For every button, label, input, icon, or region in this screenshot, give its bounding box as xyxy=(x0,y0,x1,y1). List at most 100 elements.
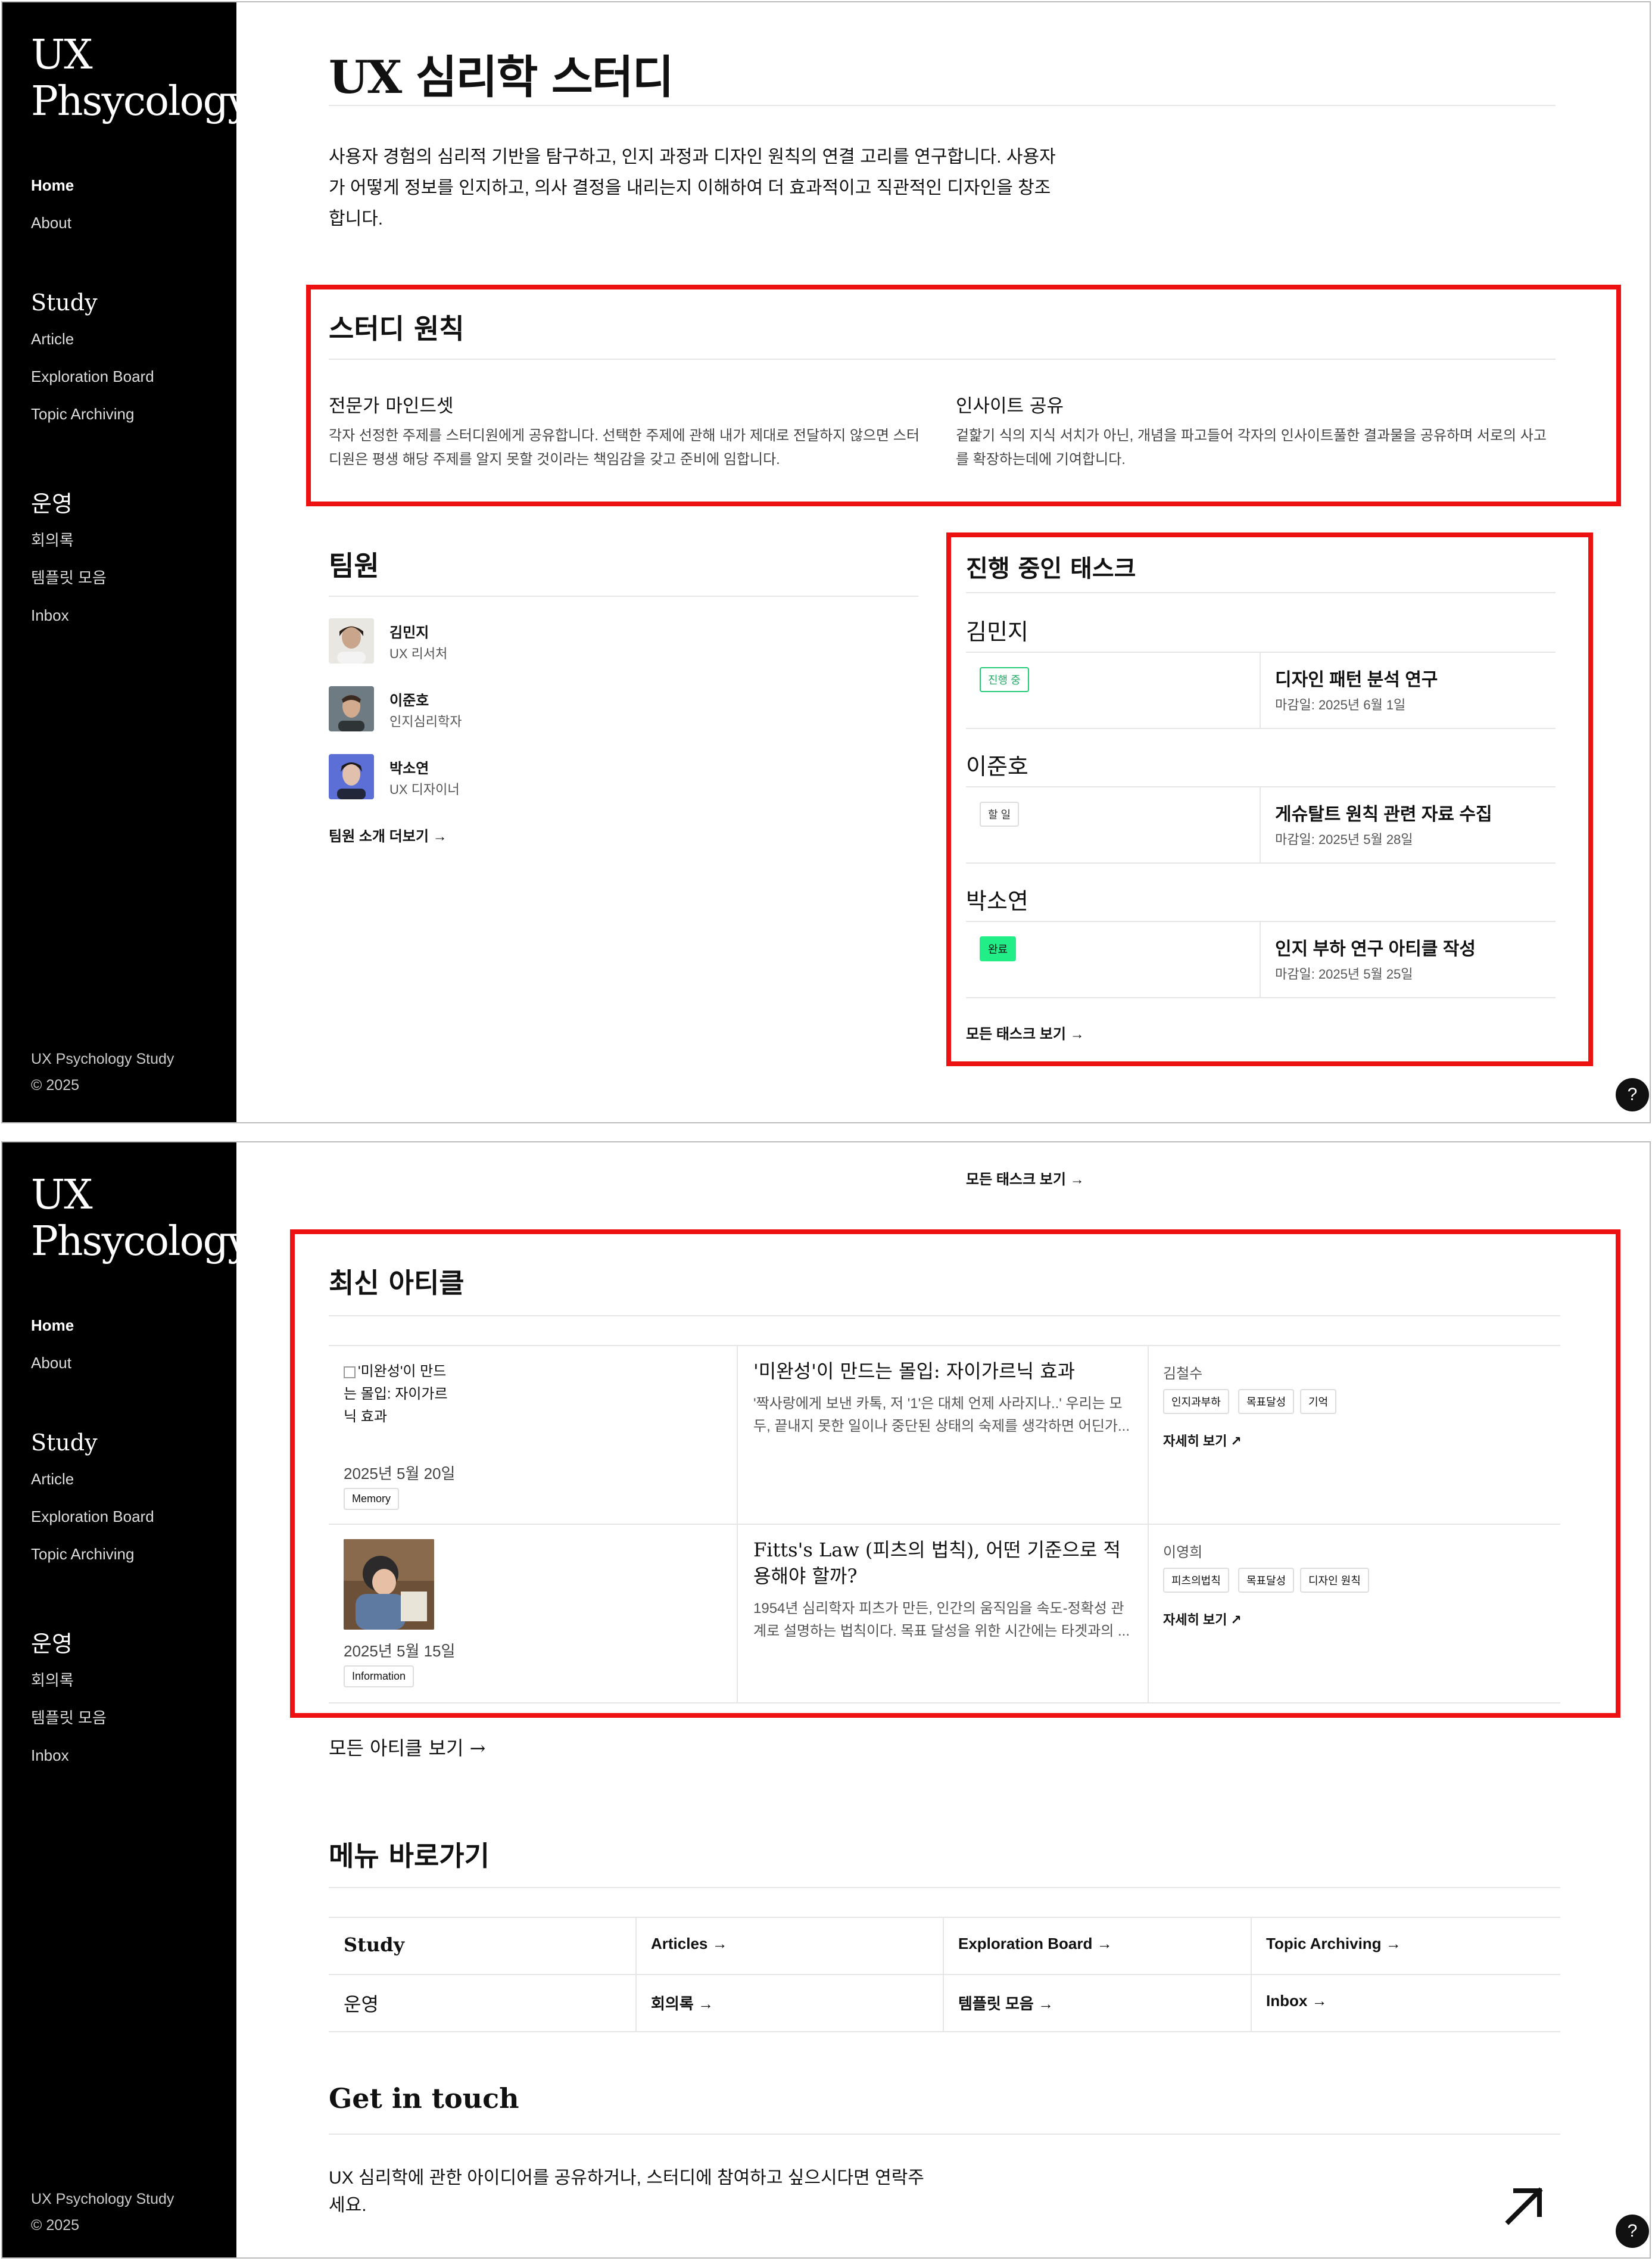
principle-desc-1: 각자 선정한 주제를 스터디원에게 공유합니다. 선택한 주제에 관해 내가 제… xyxy=(329,428,919,468)
nav-templates[interactable]: 템플릿 모음 xyxy=(31,559,222,597)
tasks-all-link[interactable]: 모든 태스크 보기 → xyxy=(966,1022,1084,1043)
divider xyxy=(329,1315,1560,1316)
member-role-1: UX 리서처 xyxy=(389,646,448,661)
article-title-1[interactable]: '미완성'이 만드는 몰입: 자이가르닉 효과 xyxy=(753,1358,1134,1384)
nav-topic-archiving[interactable]: Topic Archiving xyxy=(31,1536,222,1573)
highlight-tasks xyxy=(946,532,1593,1066)
shortcuts-title: 메뉴 바로가기 xyxy=(329,1840,490,1872)
task-due-1: 마감일: 2025년 6월 1일 xyxy=(1275,697,1406,712)
task-title-2[interactable]: 게슈탈트 원칙 관련 자료 수집 xyxy=(1275,799,1492,826)
divider xyxy=(966,862,1556,864)
nav-templates[interactable]: 템플릿 모음 xyxy=(31,1699,222,1737)
team-title: 팀원 xyxy=(329,550,379,582)
main-content: UX 심리학 스터디 사용자 경험의 심리적 기반을 탐구하고, 인지 과정과 … xyxy=(236,2,1650,1122)
nav-exploration-board[interactable]: Exploration Board xyxy=(31,358,222,395)
article-tag[interactable]: 디자인 원칙 xyxy=(1300,1568,1369,1593)
divider xyxy=(329,1917,1560,1918)
nav-minutes[interactable]: 회의록 xyxy=(31,522,222,559)
nav-heading-study: Study xyxy=(31,289,98,316)
sidebar-footer: UX Psychology Study © 2025 xyxy=(31,1051,174,1094)
shortcut-minutes[interactable]: 회의록 → xyxy=(651,1992,713,2014)
article-tag[interactable]: 피츠의법칙 xyxy=(1163,1568,1229,1593)
divider xyxy=(329,1524,1560,1525)
shortcut-inbox[interactable]: Inbox → xyxy=(1266,1992,1327,2010)
divider xyxy=(1251,1917,1252,2031)
nav-ops: 운영 회의록 템플릿 모음 Inbox xyxy=(31,1626,222,1774)
divider xyxy=(966,592,1556,593)
article-more-link-1[interactable]: 자세히 보기 ↗ xyxy=(1163,1431,1242,1450)
member-name-1: 김민지 xyxy=(389,625,429,641)
article-author-1: 김철수 xyxy=(1163,1366,1203,1382)
nav-inbox[interactable]: Inbox xyxy=(31,597,222,634)
article-thumbnail-2[interactable] xyxy=(344,1539,434,1630)
article-date-1: 2025년 5월 20일 xyxy=(344,1465,456,1483)
task-title-3[interactable]: 인지 부하 연구 아티클 작성 xyxy=(1275,934,1476,960)
shortcut-category-ops: 운영 xyxy=(344,1993,379,2016)
divider xyxy=(966,728,1556,729)
articles-all-link[interactable]: 모든 아티클 보기 → xyxy=(329,1733,485,1761)
shortcut-topic-archiving[interactable]: Topic Archiving → xyxy=(1266,1935,1401,1953)
brand-logo[interactable]: UX Phsycology xyxy=(31,1172,251,1265)
shortcut-exploration-board[interactable]: Exploration Board → xyxy=(958,1935,1112,1953)
screenshot-bottom: UX Phsycology Home About Study Article E… xyxy=(1,1141,1651,2259)
task-title-1[interactable]: 디자인 패턴 분석 연구 xyxy=(1275,665,1438,691)
help-button[interactable]: ? xyxy=(1616,2215,1649,2248)
nav-heading-study: Study xyxy=(31,1430,98,1456)
team-more-link[interactable]: 팀원 소개 더보기 → xyxy=(329,824,447,845)
divider xyxy=(329,1974,1560,1975)
nav-about[interactable]: About xyxy=(31,1344,222,1382)
nav-inbox[interactable]: Inbox xyxy=(31,1737,222,1774)
screenshot-top: UX Phsycology Home About Study Article E… xyxy=(1,1,1651,1123)
nav-main: Home About xyxy=(31,167,222,242)
avatar-member-2[interactable] xyxy=(329,686,374,731)
avatar-member-3[interactable] xyxy=(329,754,374,799)
nav-article[interactable]: Article xyxy=(31,1460,222,1498)
status-badge-todo: 할 일 xyxy=(980,802,1020,827)
intro-text: 사용자 경험의 심리적 기반을 탐구하고, 인지 과정과 디자인 원칙의 연결 … xyxy=(329,147,1056,229)
help-button[interactable]: ? xyxy=(1616,1078,1649,1111)
article-category-1: Memory xyxy=(344,1488,400,1510)
nav-about[interactable]: About xyxy=(31,204,222,242)
nav-topic-archiving[interactable]: Topic Archiving xyxy=(31,395,222,433)
article-image-broken[interactable]: '미완성'이 만드는 몰입: 자이가르닉 효과 xyxy=(344,1360,451,1428)
article-tag[interactable]: 기억 xyxy=(1300,1389,1337,1414)
broken-image-icon xyxy=(344,1366,356,1378)
contact-title: Get in touch xyxy=(329,2082,519,2114)
article-tag[interactable]: 인지과부하 xyxy=(1163,1389,1229,1414)
divider xyxy=(329,596,918,597)
nav-heading-ops: 운영 xyxy=(31,491,73,517)
nav-minutes[interactable]: 회의록 xyxy=(31,1662,222,1699)
member-role-2: 인지심리학자 xyxy=(389,714,462,729)
avatar-member-1[interactable] xyxy=(329,618,374,664)
article-tag[interactable]: 목표달성 xyxy=(1238,1568,1295,1593)
principle-title-1: 전문가 마인드셋 xyxy=(329,395,454,417)
principle-desc-2: 겉핥기 식의 지식 서치가 아닌, 개념을 파고들어 각자의 인사이트풀한 결과… xyxy=(956,428,1547,468)
page-title: UX 심리학 스터디 xyxy=(329,51,674,104)
article-title-2[interactable]: Fitts's Law (피츠의 법칙), 어떤 기준으로 적용해야 할까? xyxy=(753,1537,1134,1589)
divider xyxy=(966,997,1556,998)
article-desc-1: '짝사랑에게 보낸 카톡, 저 '1'은 대체 언제 사라지나..' 우리는 모… xyxy=(753,1396,1130,1434)
article-desc-2: 1954년 심리학자 피츠가 만든, 인간의 움직임을 속도-정확성 관계로 설… xyxy=(753,1600,1130,1639)
task-person-1: 김민지 xyxy=(966,619,1028,645)
brand-logo[interactable]: UX Phsycology xyxy=(31,32,251,125)
article-tag[interactable]: 목표달성 xyxy=(1238,1389,1295,1414)
divider xyxy=(329,359,1556,360)
shortcut-articles[interactable]: Articles → xyxy=(651,1935,728,1953)
divider xyxy=(943,1917,944,2031)
task-due-3: 마감일: 2025년 5월 25일 xyxy=(1275,967,1413,982)
nav-study: Study Article Exploration Board Topic Ar… xyxy=(31,285,222,433)
tasks-all-link[interactable]: 모든 태스크 보기 → xyxy=(966,1167,1084,1188)
nav-home[interactable]: Home xyxy=(31,1307,222,1344)
nav-home[interactable]: Home xyxy=(31,167,222,204)
nav-exploration-board[interactable]: Exploration Board xyxy=(31,1498,222,1536)
highlight-articles xyxy=(290,1229,1620,1718)
task-person-2: 이준호 xyxy=(966,753,1028,780)
contact-text: UX 심리학에 관한 아이디어를 공유하거나, 스터디에 참여하고 싶으시다면 … xyxy=(329,2168,924,2215)
divider xyxy=(635,1917,637,2031)
article-more-link-2[interactable]: 자세히 보기 ↗ xyxy=(1163,1609,1242,1628)
shortcut-templates[interactable]: 템플릿 모음 → xyxy=(958,1992,1053,2014)
nav-article[interactable]: Article xyxy=(31,320,222,358)
divider xyxy=(329,105,1556,106)
status-badge-in-progress: 진행 중 xyxy=(980,667,1029,692)
arrow-up-right-icon[interactable] xyxy=(1498,2179,1551,2232)
